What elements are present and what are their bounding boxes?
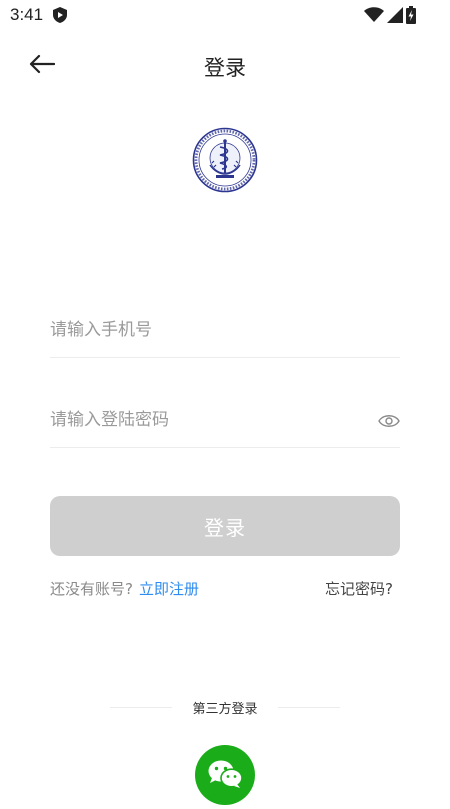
password-field-container (50, 397, 400, 448)
register-link[interactable]: 立即注册 (139, 580, 199, 598)
signal-icon (387, 7, 403, 27)
wifi-icon (364, 7, 384, 27)
status-bar: 3:41 (0, 0, 450, 30)
status-time: 3:41 (10, 5, 44, 24)
health-commission-emblem-icon (192, 127, 258, 193)
third-party-divider: 第三方登录 (110, 698, 340, 717)
battery-charging-icon (406, 6, 416, 28)
phone-input[interactable] (50, 315, 360, 345)
wechat-login-button[interactable] (195, 745, 255, 805)
password-input[interactable] (50, 405, 360, 435)
eye-icon[interactable] (378, 412, 400, 430)
forgot-password-link[interactable]: 忘记密码? (325, 578, 393, 599)
login-button[interactable]: 登录 (50, 496, 400, 556)
phone-field-container (50, 307, 400, 358)
shield-icon (53, 7, 67, 27)
no-account-prompt: 还没有账号? 立即注册 (50, 578, 199, 599)
account-links-row: 还没有账号? 立即注册 忘记密码? (50, 576, 400, 598)
status-icons (364, 6, 416, 28)
divider-line-right (278, 707, 340, 708)
header: 登录 (0, 40, 450, 92)
no-account-text: 还没有账号? (50, 580, 133, 598)
page-title: 登录 (204, 56, 246, 80)
